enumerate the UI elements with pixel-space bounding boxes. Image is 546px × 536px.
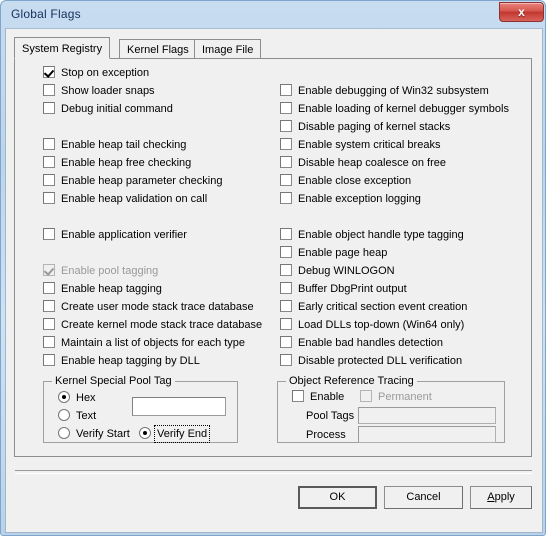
checkbox-box-icon <box>280 84 292 96</box>
checkbox-show-loader-snaps[interactable]: Show loader snaps <box>43 83 155 99</box>
checkbox-disable-paging-kernel-stacks[interactable]: Disable paging of kernel stacks <box>280 119 450 135</box>
checkbox-box-icon <box>43 264 55 276</box>
checkbox-box-icon <box>292 390 304 402</box>
checkbox-box-icon <box>43 282 55 294</box>
checkbox-stop-on-exception[interactable]: Stop on exception <box>43 65 149 81</box>
global-flags-dialog: Global Flags x System Registry Kernel Fl… <box>0 0 546 536</box>
ok-button[interactable]: OK <box>298 486 377 509</box>
checkbox-box-icon <box>280 156 292 168</box>
checkbox-box-icon <box>280 174 292 186</box>
checkbox-box-icon <box>43 84 55 96</box>
tab-system-registry[interactable]: System Registry <box>14 37 111 59</box>
checkbox-box-icon <box>280 246 292 258</box>
checkbox-object-tracing-permanent: Permanent <box>360 389 432 405</box>
apply-button[interactable]: Apply <box>470 486 532 509</box>
checkbox-box-icon <box>43 192 55 204</box>
button-bar-separator <box>15 470 532 474</box>
radio-text[interactable]: Text <box>58 408 96 424</box>
dialog-body: System Registry Kernel Flags Image File … <box>5 28 543 533</box>
checkbox-enable-exception-logging[interactable]: Enable exception logging <box>280 191 421 207</box>
checkbox-enable-debugging-win32-subsystem[interactable]: Enable debugging of Win32 subsystem <box>280 83 489 99</box>
checkbox-load-dlls-top-down[interactable]: Load DLLs top-down (Win64 only) <box>280 317 464 333</box>
checkbox-box-icon <box>280 300 292 312</box>
checkbox-box-icon <box>43 318 55 330</box>
checkbox-box-icon <box>43 336 55 348</box>
checkbox-box-icon <box>280 228 292 240</box>
radio-circle-icon <box>58 391 70 403</box>
checkbox-enable-loading-kernel-debugger-symbols[interactable]: Enable loading of kernel debugger symbol… <box>280 101 509 117</box>
checkbox-box-icon <box>280 318 292 330</box>
checkbox-object-tracing-enable[interactable]: Enable <box>292 389 344 405</box>
kernel-special-pool-tag-group: Kernel Special Pool Tag Hex Text Verify … <box>43 375 238 443</box>
cancel-button[interactable]: Cancel <box>384 486 463 509</box>
checkbox-early-critical-section-event-creation[interactable]: Early critical section event creation <box>280 299 467 315</box>
tab-image-file[interactable]: Image File <box>194 39 262 58</box>
pool-tag-input[interactable] <box>132 397 226 416</box>
checkbox-enable-heap-tagging-by-dll[interactable]: Enable heap tagging by DLL <box>43 353 200 369</box>
tab-strip: System Registry Kernel Flags Image File <box>14 37 534 59</box>
checkbox-enable-close-exception[interactable]: Enable close exception <box>280 173 411 189</box>
checkbox-box-icon <box>280 192 292 204</box>
checkbox-box-icon <box>43 228 55 240</box>
checkbox-box-icon <box>280 120 292 132</box>
checkbox-maintain-list-of-objects[interactable]: Maintain a list of objects for each type <box>43 335 245 351</box>
radio-verify-end[interactable]: Verify End <box>139 425 211 443</box>
checkbox-enable-heap-tail-checking[interactable]: Enable heap tail checking <box>43 137 186 153</box>
checkbox-box-icon <box>43 354 55 366</box>
checkbox-box-icon <box>43 102 55 114</box>
checkbox-create-kernel-mode-stack-trace-database[interactable]: Create kernel mode stack trace database <box>43 317 262 333</box>
apply-label-rest: pply <box>494 491 515 503</box>
checkbox-box-icon <box>280 282 292 294</box>
checkbox-disable-protected-dll-verification[interactable]: Disable protected DLL verification <box>280 353 462 369</box>
checkbox-enable-heap-parameter-checking[interactable]: Enable heap parameter checking <box>43 173 222 189</box>
apply-accelerator: A <box>487 491 495 503</box>
checkbox-enable-heap-free-checking[interactable]: Enable heap free checking <box>43 155 191 171</box>
label-process: Process <box>306 429 346 441</box>
checkbox-box-icon <box>280 102 292 114</box>
close-icon[interactable]: x <box>499 2 544 22</box>
tab-kernel-flags[interactable]: Kernel Flags <box>119 39 197 58</box>
title-bar: Global Flags x <box>1 1 546 28</box>
checkbox-buffer-dbgprint-output[interactable]: Buffer DbgPrint output <box>280 281 407 297</box>
checkbox-box-icon <box>43 66 55 78</box>
checkbox-box-icon <box>360 390 372 402</box>
checkbox-enable-page-heap[interactable]: Enable page heap <box>280 245 387 261</box>
checkbox-debug-initial-command[interactable]: Debug initial command <box>43 101 173 117</box>
checkbox-enable-bad-handles-detection[interactable]: Enable bad handles detection <box>280 335 443 351</box>
checkbox-debug-winlogon[interactable]: Debug WINLOGON <box>280 263 395 279</box>
group-title-kernel-pool: Kernel Special Pool Tag <box>52 375 175 387</box>
checkbox-box-icon <box>280 354 292 366</box>
checkbox-disable-heap-coalesce-on-free[interactable]: Disable heap coalesce on free <box>280 155 446 171</box>
checkbox-box-icon <box>280 264 292 276</box>
radio-verify-start[interactable]: Verify Start <box>58 426 130 442</box>
radio-hex[interactable]: Hex <box>58 390 96 406</box>
pool-tags-input[interactable] <box>358 407 496 424</box>
object-reference-tracing-group: Object Reference Tracing Enable Permanen… <box>277 375 505 443</box>
checkbox-box-icon <box>43 300 55 312</box>
checkbox-box-icon <box>280 336 292 348</box>
checkbox-box-icon <box>43 138 55 150</box>
checkbox-enable-object-handle-type-tagging[interactable]: Enable object handle type tagging <box>280 227 464 243</box>
label-pool-tags: Pool Tags <box>306 410 355 422</box>
checkbox-box-icon <box>280 138 292 150</box>
checkbox-create-user-mode-stack-trace-database[interactable]: Create user mode stack trace database <box>43 299 254 315</box>
radio-circle-icon <box>58 409 70 421</box>
radio-circle-icon <box>139 427 151 439</box>
process-input[interactable] <box>358 426 496 443</box>
checkbox-enable-pool-tagging: Enable pool tagging <box>43 263 158 279</box>
checkbox-box-icon <box>43 174 55 186</box>
checkbox-enable-system-critical-breaks[interactable]: Enable system critical breaks <box>280 137 440 153</box>
checkbox-enable-application-verifier[interactable]: Enable application verifier <box>43 227 187 243</box>
checkbox-enable-heap-validation-on-call[interactable]: Enable heap validation on call <box>43 191 207 207</box>
group-title-object-tracing: Object Reference Tracing <box>286 375 417 387</box>
tab-content-panel: Stop on exception Show loader snaps Debu… <box>14 58 532 457</box>
checkbox-box-icon <box>43 156 55 168</box>
window-title: Global Flags <box>11 7 81 21</box>
radio-circle-icon <box>58 427 70 439</box>
checkbox-enable-heap-tagging[interactable]: Enable heap tagging <box>43 281 162 297</box>
